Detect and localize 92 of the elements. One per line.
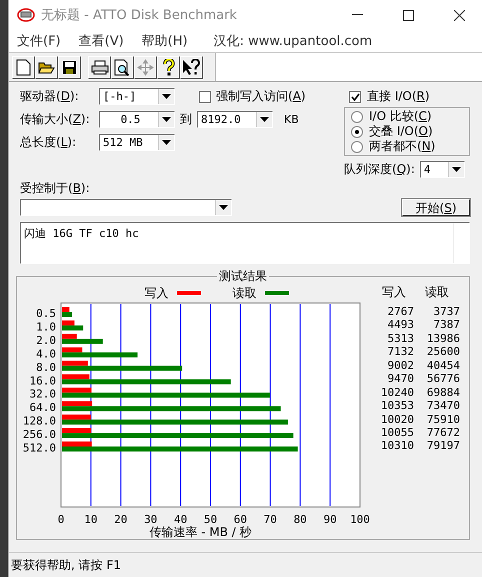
description-field[interactable]: 闪迪 16G TF c10 hc xyxy=(20,222,470,264)
status-bar: 要获得帮助, 请按 F1 xyxy=(9,552,482,577)
radio-label: I/O 比较(C) xyxy=(369,108,432,125)
axis-label: 512.0 xyxy=(22,442,56,454)
maximize-icon xyxy=(403,10,414,20)
radio-button[interactable] xyxy=(351,140,363,152)
axis-label: 128.0 xyxy=(22,414,56,428)
table-cell-text: 25600 xyxy=(426,345,460,359)
size-select[interactable]: 8192.0 xyxy=(197,111,273,128)
axis-label: 90 xyxy=(323,513,337,526)
table-cell-text: 4493 xyxy=(386,318,414,332)
axis-label: 8.0 xyxy=(36,360,56,374)
table-cell-text: 2767 xyxy=(386,305,414,318)
table-cell-text: 10310 xyxy=(380,439,414,453)
drive-select[interactable]: [-h-] xyxy=(99,88,175,105)
menu-item[interactable]: 帮助(H) xyxy=(140,32,190,50)
legend-label: 写入 xyxy=(144,284,168,302)
app-icon xyxy=(17,8,35,22)
axis-label: 64.0 xyxy=(30,401,56,414)
table-cell-text: 13986 xyxy=(426,332,460,346)
checkbox[interactable] xyxy=(199,90,211,102)
axis-label: 60 xyxy=(234,513,248,526)
minimize-icon xyxy=(352,14,363,16)
axis-label: 32.0 xyxy=(30,388,56,401)
field-label: 受控制于(B): xyxy=(20,180,91,197)
table-cell-text: 69884 xyxy=(426,386,460,400)
menu-item[interactable]: 文件(F) xyxy=(15,32,63,50)
legend-label: 读取 xyxy=(232,284,256,302)
field-label: 传输大小(Z): xyxy=(20,111,91,128)
table-cell-text: 9002 xyxy=(386,358,414,372)
close-icon xyxy=(454,10,465,20)
table-cell-text: 7387 xyxy=(432,318,460,332)
table-cell-text: 40454 xyxy=(426,358,460,372)
save-icon[interactable] xyxy=(58,56,81,78)
unit-label: KB xyxy=(284,113,299,126)
axis-label: 4.0 xyxy=(36,347,56,360)
axis-label: 16.0 xyxy=(30,374,56,388)
axis-label: 20 xyxy=(114,513,128,526)
size-select[interactable]: 0.5 xyxy=(99,111,175,128)
table-cell-text: 5313 xyxy=(386,332,414,346)
axis-label: 40 xyxy=(174,513,188,526)
axis-label: 2.0 xyxy=(36,334,56,347)
checkbox-label: 强制写入访问(A) xyxy=(216,88,306,105)
axis-label: 10 xyxy=(84,513,98,526)
axis-label: 0 xyxy=(58,513,64,526)
column-header: 读取 xyxy=(424,286,450,300)
table-cell-text: 3737 xyxy=(432,305,460,318)
context-help-icon[interactable] xyxy=(180,56,203,78)
axis-label: 0.5 xyxy=(36,307,56,320)
axis-label: 30 xyxy=(144,513,158,526)
axis-label: 50 xyxy=(204,513,218,526)
axis-label: 80 xyxy=(294,513,307,526)
checkbox-label: 直接 I/O(R) xyxy=(367,88,430,105)
table-cell-text: 10240 xyxy=(380,386,414,400)
table-cell-text: 79197 xyxy=(426,439,460,453)
radio-button[interactable] xyxy=(351,110,363,122)
table-cell-text: 10055 xyxy=(380,426,414,440)
radio-label: 交叠 I/O(O) xyxy=(369,123,433,140)
open-icon[interactable] xyxy=(35,56,58,78)
axis-title: 传输速率 - MB / 秒 xyxy=(149,525,252,539)
queue-depth-select[interactable]: 4 xyxy=(420,161,465,178)
table-cell-text: 7132 xyxy=(386,345,414,359)
start-button[interactable]: 开始(S) xyxy=(402,199,470,216)
checkbox[interactable] xyxy=(349,90,361,102)
new-icon[interactable] xyxy=(12,56,35,78)
field-label: 驱动器(D): xyxy=(20,88,80,105)
window-title: 无标题 - ATTO Disk Benchmark xyxy=(41,7,238,24)
axis-label: 100 xyxy=(350,513,370,526)
length-select[interactable]: 512 MB xyxy=(99,134,175,151)
field-label: 总长度(L): xyxy=(20,134,78,151)
menu-item[interactable]: 查看(V) xyxy=(76,32,126,50)
menu-note: 汉化: www.upantool.com xyxy=(212,33,374,50)
axis-label: 70 xyxy=(264,513,277,526)
field-label: 队列深度(Q): xyxy=(344,161,415,178)
radio-button[interactable] xyxy=(351,126,363,138)
table-cell-text: 9470 xyxy=(386,372,414,386)
radio-label: 两者都不(N) xyxy=(369,138,436,155)
column-header: 写入 xyxy=(381,286,407,300)
table-cell-text: 10353 xyxy=(380,399,414,412)
preview-icon[interactable] xyxy=(111,56,134,78)
controller-select[interactable] xyxy=(20,199,232,216)
table-cell-text: 10020 xyxy=(380,412,414,426)
table-cell-text: 56776 xyxy=(426,372,460,386)
table-cell-text: 73470 xyxy=(426,399,460,412)
help-icon[interactable] xyxy=(157,56,180,78)
table-cell-text: 77672 xyxy=(426,426,460,440)
axis-label: 1.0 xyxy=(36,320,56,334)
group-title: 测试结果 xyxy=(218,268,268,285)
axis-label: 256.0 xyxy=(22,428,56,442)
print-icon[interactable] xyxy=(88,56,111,78)
table-cell-text: 75910 xyxy=(426,412,460,426)
field-label: 到 xyxy=(180,111,192,128)
